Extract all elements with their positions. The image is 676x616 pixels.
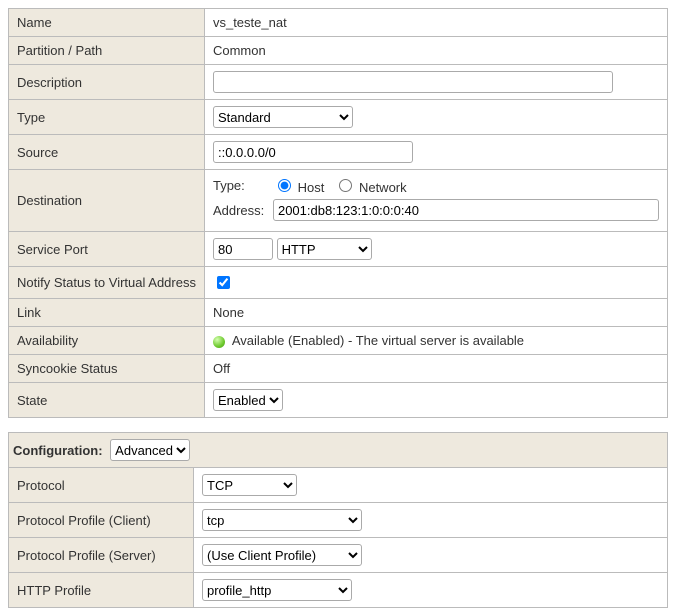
state-select[interactable]: Enabled (213, 389, 283, 411)
dest-type-network-radio-label[interactable]: Network (334, 176, 406, 195)
protocol-profile-server-label: Protocol Profile (Server) (9, 538, 194, 573)
protocol-select[interactable]: TCP (202, 474, 297, 496)
syncookie-value: Off (204, 355, 667, 383)
configuration-heading: Configuration: (13, 443, 103, 458)
configuration-level-select[interactable]: Advanced (110, 439, 190, 461)
notify-checkbox[interactable] (217, 276, 230, 289)
availability-label: Availability (9, 327, 205, 355)
http-profile-label: HTTP Profile (9, 573, 194, 608)
protocol-profile-client-label: Protocol Profile (Client) (9, 503, 194, 538)
protocol-profile-server-select[interactable]: (Use Client Profile) (202, 544, 362, 566)
dest-type-host-radio-label[interactable]: Host (273, 176, 324, 195)
dest-type-host-radio[interactable] (278, 179, 291, 192)
syncookie-label: Syncookie Status (9, 355, 205, 383)
name-value: vs_teste_nat (204, 9, 667, 37)
configuration-table: Protocol TCP Protocol Profile (Client) t… (8, 467, 668, 608)
dest-type-network-radio[interactable] (339, 179, 352, 192)
description-label: Description (9, 65, 205, 100)
partition-value: Common (204, 37, 667, 65)
description-input[interactable] (213, 71, 613, 93)
name-label: Name (9, 9, 205, 37)
configuration-section-bar: Configuration: Advanced (8, 432, 668, 467)
dest-address-sublabel: Address: (213, 203, 273, 218)
dest-type-host-text: Host (298, 180, 325, 195)
type-select[interactable]: Standard (213, 106, 353, 128)
status-available-icon (213, 336, 225, 348)
source-label: Source (9, 135, 205, 170)
notify-label: Notify Status to Virtual Address (9, 267, 205, 299)
type-label: Type (9, 100, 205, 135)
service-port-label: Service Port (9, 232, 205, 267)
protocol-profile-client-select[interactable]: tcp (202, 509, 362, 531)
availability-value: Available (Enabled) - The virtual server… (232, 333, 524, 348)
destination-label: Destination (9, 170, 205, 232)
service-port-input[interactable] (213, 238, 273, 260)
service-port-proto-select[interactable]: HTTP (277, 238, 372, 260)
general-properties-table: Name vs_teste_nat Partition / Path Commo… (8, 8, 668, 418)
dest-type-sublabel: Type: (213, 178, 273, 193)
dest-type-network-text: Network (359, 180, 407, 195)
dest-address-input[interactable] (273, 199, 659, 221)
http-profile-select[interactable]: profile_http (202, 579, 352, 601)
state-label: State (9, 383, 205, 418)
link-value: None (204, 299, 667, 327)
link-label: Link (9, 299, 205, 327)
source-input[interactable] (213, 141, 413, 163)
protocol-label: Protocol (9, 468, 194, 503)
partition-label: Partition / Path (9, 37, 205, 65)
